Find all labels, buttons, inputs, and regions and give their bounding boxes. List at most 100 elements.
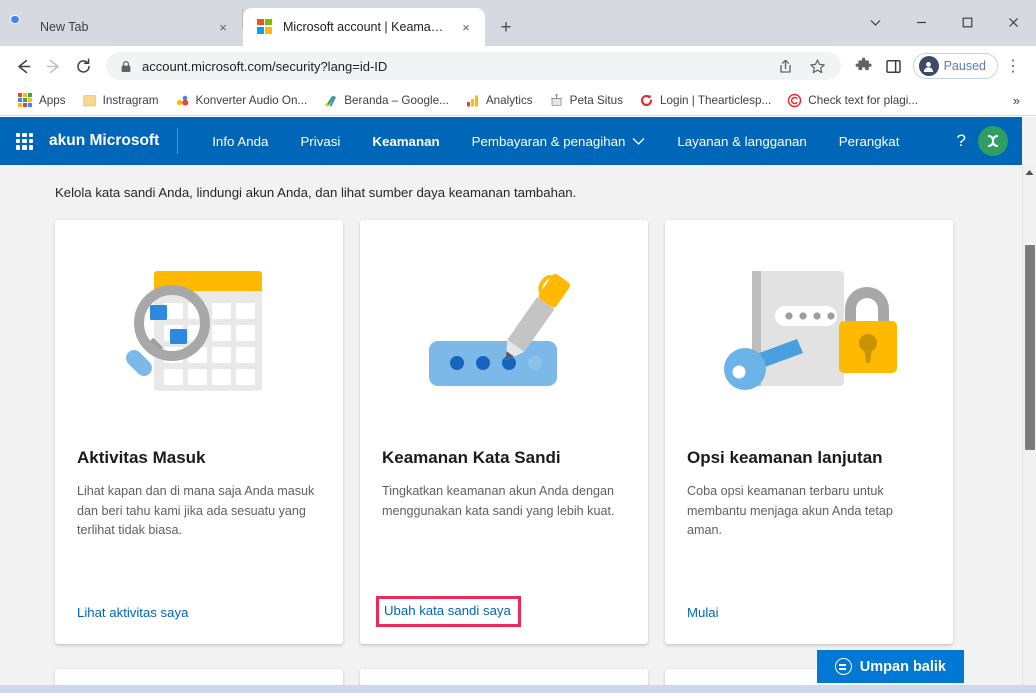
browser-toolbar: account.microsoft.com/security?lang=id-I…	[0, 46, 1036, 86]
tab-title: New Tab	[40, 20, 89, 34]
maximize-button[interactable]	[944, 0, 990, 44]
card-aktivitas-masuk[interactable]: Aktivitas Masuk Lihat kapan dan di mana …	[55, 220, 343, 644]
share-icon[interactable]	[771, 51, 801, 81]
bookmark-label: Beranda – Google...	[344, 94, 449, 107]
google-analytics-icon	[323, 93, 338, 108]
nav-item-label: Pembayaran & penagihan	[471, 133, 626, 149]
card-description: Tingkatkan keamanan akun Anda dengan men…	[382, 484, 615, 518]
sitemap-icon	[549, 93, 564, 108]
card-title: Opsi keamanan lanjutan	[687, 448, 883, 467]
user-avatar-icon[interactable]	[978, 126, 1008, 156]
profile-status-label: Paused	[943, 59, 986, 73]
card-link-wrap: Lihat aktivitas saya	[55, 604, 343, 644]
side-panel-icon[interactable]	[879, 51, 909, 81]
tab-close-button[interactable]: ×	[457, 18, 475, 36]
scrollbar-thumb[interactable]	[1025, 245, 1035, 450]
card-description: Lihat kapan dan di mana saja Anda masuk …	[77, 484, 315, 538]
new-tab-button[interactable]: +	[491, 12, 521, 42]
profile-paused-pill[interactable]: Paused	[912, 53, 998, 79]
audio-converter-icon	[175, 93, 190, 108]
tab-close-button[interactable]: ×	[214, 18, 232, 36]
link-ubah-kata-sandi-saya[interactable]: Ubah kata sandi saya	[384, 603, 511, 618]
bookmark-label: Check text for plagi...	[808, 94, 919, 107]
apps-grid-icon	[18, 93, 33, 108]
nav-item-layanan-langganan[interactable]: Layanan & langganan	[661, 134, 822, 149]
puzzle-icon[interactable]	[849, 51, 879, 81]
refresh-red-icon	[639, 93, 654, 108]
card-title: Aktivitas Masuk	[77, 448, 206, 467]
app-launcher-icon[interactable]	[16, 132, 33, 150]
nav-item-pembayaran-penagihan[interactable]: Pembayaran & penagihan	[456, 134, 662, 149]
calendar-magnifier-icon	[55, 220, 343, 448]
card-description: Coba opsi keamanan terbaru untuk membant…	[687, 484, 893, 538]
chevron-down-icon[interactable]	[852, 0, 898, 44]
page-content: Kelola kata sandi Anda, lindungi akun An…	[0, 165, 1022, 693]
nav-item-keamanan[interactable]: Keamanan	[356, 134, 455, 149]
bookmark-analytics[interactable]: Analytics	[457, 90, 541, 111]
bookmark-beranda-google[interactable]: Beranda – Google...	[315, 90, 457, 111]
url-text: account.microsoft.com/security?lang=id-I…	[142, 58, 388, 74]
card-keamanan-kata-sandi[interactable]: Keamanan Kata Sandi Tingkatkan keamanan …	[360, 220, 648, 644]
back-button[interactable]	[8, 51, 38, 81]
bookmarks-overflow-button[interactable]: »	[1007, 90, 1026, 111]
card-title: Keamanan Kata Sandi	[382, 448, 561, 467]
bookmark-instragram[interactable]: Instragram	[74, 90, 167, 111]
bookmark-check-plagiarism[interactable]: Check text for plagi...	[779, 90, 926, 111]
chevron-down-icon	[632, 137, 645, 146]
bookmark-label: Konverter Audio On...	[195, 94, 308, 107]
card-link-wrap: Ubah kata sandi saya	[360, 596, 648, 644]
tab-new-tab[interactable]: New Tab ×	[0, 8, 242, 46]
nav-links: Info Anda Privasi Keamanan Pembayaran & …	[196, 134, 936, 149]
brand-title: akun Microsoft	[49, 132, 160, 149]
bookmark-label: Peta Situs	[569, 94, 623, 107]
tab-title: Microsoft account | Keamanan	[283, 20, 448, 34]
page-viewport: akun Microsoft Info Anda Privasi Keamana…	[0, 117, 1036, 693]
link-lihat-aktivitas-saya[interactable]: Lihat aktivitas saya	[77, 605, 188, 620]
bookmark-label: Apps	[39, 94, 66, 107]
avatar	[918, 56, 939, 76]
microsoft-logo-icon	[257, 18, 274, 36]
minimize-button[interactable]	[898, 0, 944, 44]
feedback-label: Umpan balik	[859, 658, 946, 675]
nav-divider	[177, 128, 179, 154]
bookmark-peta-situs[interactable]: Peta Situs	[541, 90, 631, 111]
password-pen-icon	[360, 220, 648, 448]
tab-microsoft-account[interactable]: Microsoft account | Keamanan ×	[243, 8, 485, 46]
bookmarks-bar: Apps Instragram Konverter Audio On... Be…	[0, 86, 1036, 116]
security-cards: Aktivitas Masuk Lihat kapan dan di mana …	[0, 200, 1022, 644]
bookmark-login-thearticlesp[interactable]: Login | Thearticlesp...	[631, 90, 779, 111]
nav-item-info-anda[interactable]: Info Anda	[196, 134, 284, 149]
bookmark-konverter-audio[interactable]: Konverter Audio On...	[167, 90, 316, 111]
page-subtitle: Kelola kata sandi Anda, lindungi akun An…	[55, 185, 577, 200]
nav-item-perangkat[interactable]: Perangkat	[823, 134, 916, 149]
bookmark-apps[interactable]: Apps	[10, 90, 74, 111]
page-scrollbar[interactable]	[1022, 165, 1036, 693]
status-bar	[0, 685, 1036, 693]
copyright-icon	[787, 93, 802, 108]
nav-item-privasi[interactable]: Privasi	[284, 134, 356, 149]
bookmark-label: Analytics	[485, 94, 533, 107]
address-bar[interactable]: account.microsoft.com/security?lang=id-I…	[106, 52, 841, 80]
scroll-up-arrow[interactable]	[1023, 165, 1036, 179]
feedback-button[interactable]: Umpan balik	[816, 650, 964, 683]
highlight-annotation: Ubah kata sandi saya	[376, 596, 521, 627]
microsoft-account-nav: akun Microsoft Info Anda Privasi Keamana…	[0, 117, 1022, 165]
lock-icon	[120, 60, 132, 73]
bookmark-label: Login | Thearticlesp...	[659, 94, 772, 107]
link-mulai[interactable]: Mulai	[687, 605, 719, 620]
tab-strip: New Tab × Microsoft account | Keamanan ×…	[0, 0, 1036, 46]
analytics-bars-icon	[465, 93, 480, 108]
document-key-lock-icon	[665, 220, 953, 448]
reload-button[interactable]	[68, 51, 98, 81]
help-button[interactable]: ?	[945, 131, 978, 151]
star-icon[interactable]	[803, 51, 833, 81]
card-link-wrap: Mulai	[665, 604, 953, 644]
close-button[interactable]	[990, 0, 1036, 44]
browser-window: New Tab × Microsoft account | Keamanan ×…	[0, 0, 1036, 693]
feedback-smiley-icon	[834, 658, 852, 675]
folder-icon	[82, 93, 97, 108]
card-opsi-keamanan-lanjutan[interactable]: Opsi keamanan lanjutan Coba opsi keamana…	[665, 220, 953, 644]
browser-menu-button[interactable]: ⋮	[998, 51, 1028, 81]
window-controls	[852, 0, 1036, 44]
forward-button[interactable]	[38, 51, 68, 81]
